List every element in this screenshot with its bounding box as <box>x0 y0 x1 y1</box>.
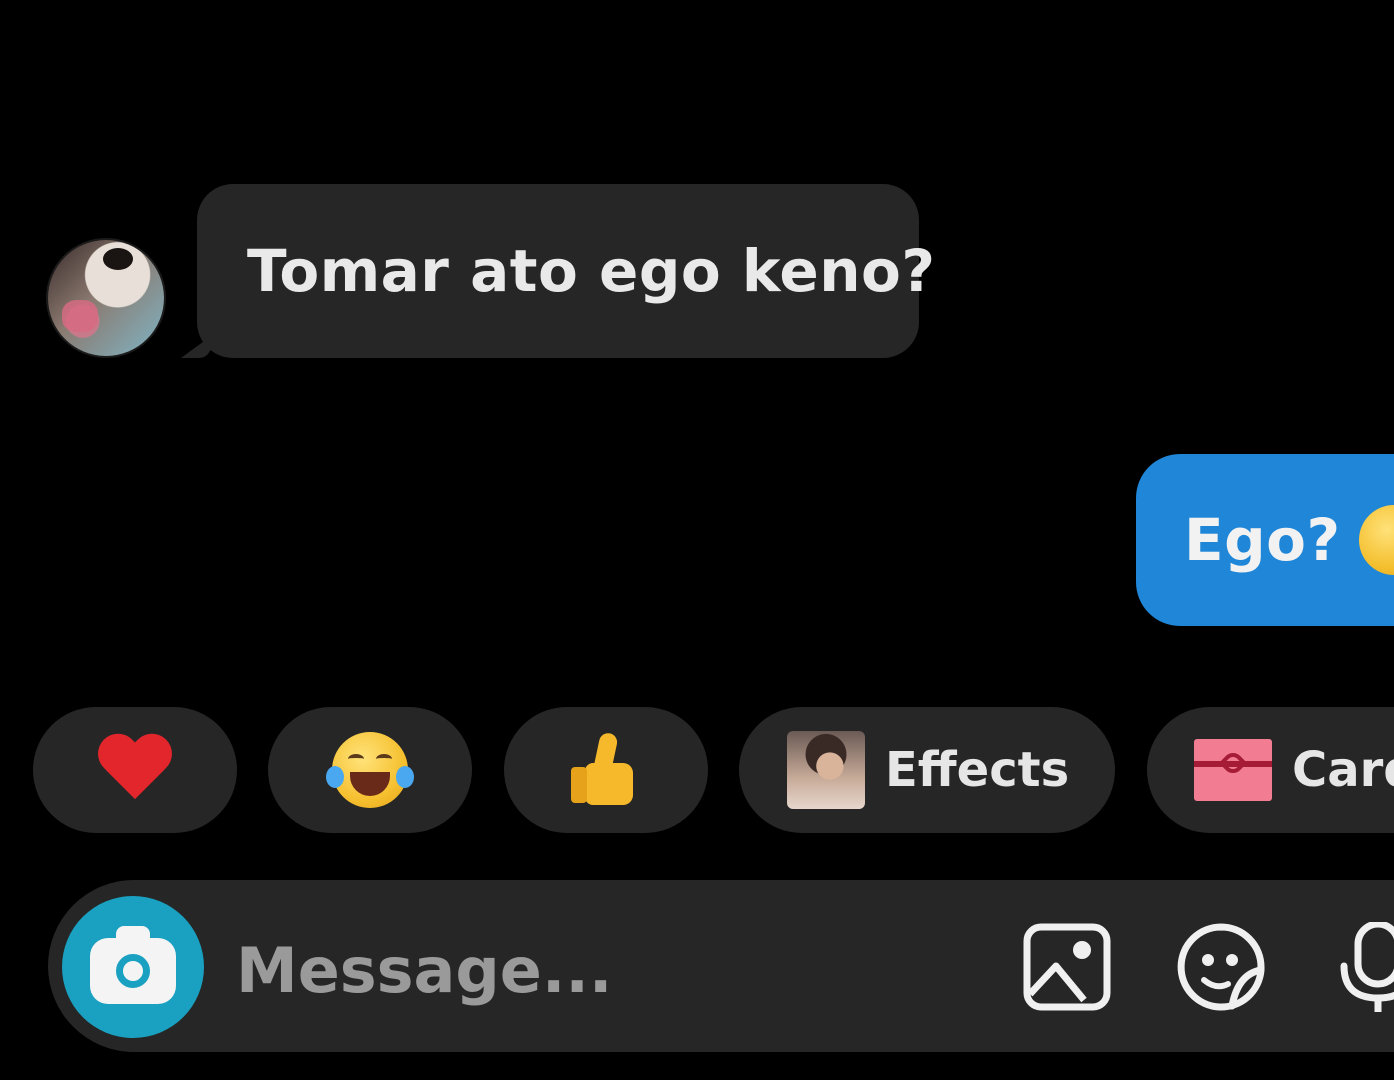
microphone-icon[interactable] <box>1336 922 1394 1012</box>
emoji-eye <box>348 754 364 764</box>
face-with-tears-of-joy-emoji <box>326 732 414 808</box>
emoji-tear <box>326 766 344 788</box>
emoji-mouth <box>350 772 390 796</box>
camera-button[interactable] <box>62 896 204 1038</box>
sticker-icon[interactable] <box>1176 922 1266 1012</box>
incoming-message-bubble[interactable]: Tomar ato ego keno? <box>197 184 935 358</box>
effects-thumbnail <box>787 731 865 809</box>
quick-reaction-thumbs-up-button[interactable] <box>504 707 708 833</box>
message-input[interactable] <box>236 920 936 1020</box>
outgoing-message-bubble[interactable]: Ego? <box>1136 454 1394 626</box>
thumb-part <box>571 767 587 803</box>
gallery-icon[interactable] <box>1022 922 1112 1012</box>
outgoing-message-text: Ego? <box>1184 506 1341 574</box>
emoji-eye <box>376 754 392 764</box>
red-heart-emoji <box>96 735 174 805</box>
quick-reaction-heart-button[interactable] <box>33 707 237 833</box>
card-label: Card <box>1292 742 1394 798</box>
card-button[interactable]: Card <box>1147 707 1394 833</box>
effects-button[interactable]: Effects <box>739 707 1115 833</box>
gift-card-icon <box>1194 739 1272 801</box>
thumbs-up-emoji <box>571 731 641 807</box>
chat-screen: Tomar ato ego keno? Ego? Effects Car Mes… <box>0 0 1394 1080</box>
quick-reaction-laugh-button[interactable] <box>268 707 472 833</box>
contact-avatar[interactable] <box>48 240 164 356</box>
thumb-part <box>585 763 633 805</box>
camera-lens <box>116 954 150 988</box>
avatar-detail <box>62 300 98 332</box>
relieved-face-emoji <box>1358 505 1394 575</box>
camera-icon <box>90 926 176 1004</box>
effects-label: Effects <box>885 742 1070 798</box>
emoji-tear <box>396 766 414 788</box>
avatar-detail <box>103 248 133 270</box>
incoming-message-text: Tomar ato ego keno? <box>247 237 936 305</box>
card-bow <box>1218 748 1248 778</box>
